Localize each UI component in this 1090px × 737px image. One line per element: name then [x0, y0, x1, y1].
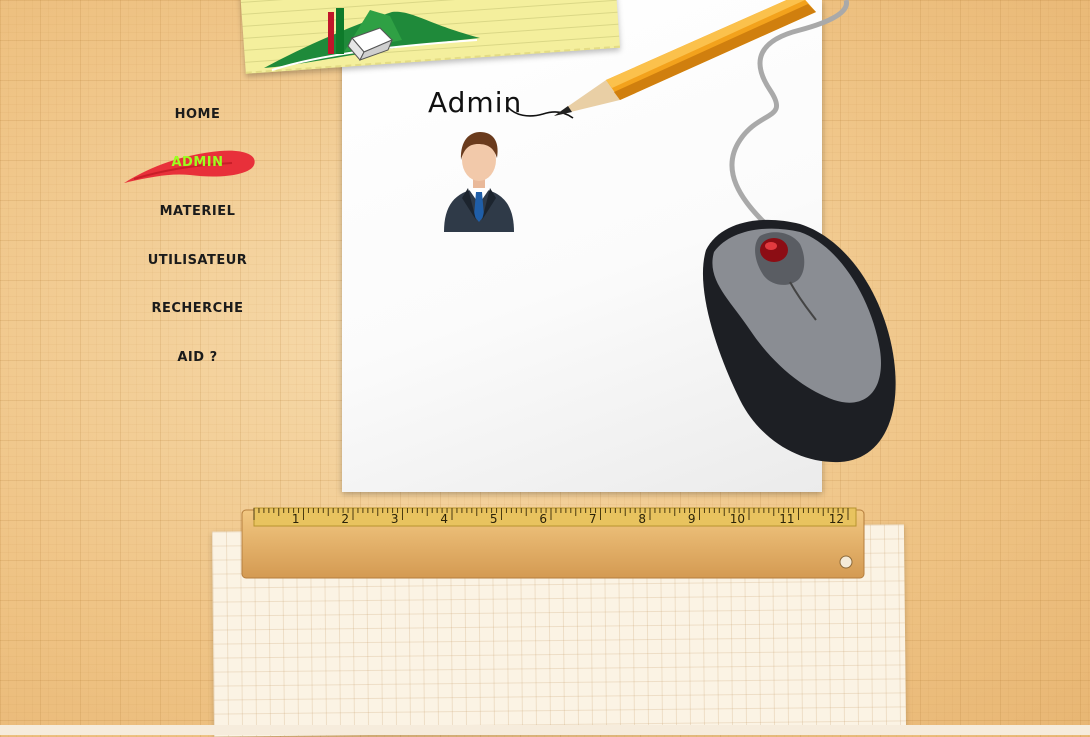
nav-item-aid[interactable]: AID ? [110, 340, 285, 374]
ruler-label: 6 [539, 512, 547, 526]
nav-item-materiel[interactable]: MATERIEL [110, 194, 285, 228]
computer-mouse-icon [702, 0, 896, 463]
nav-item-admin[interactable]: ADMIN [110, 145, 285, 179]
ruler-label: 11 [779, 512, 794, 526]
nav-item-utilisateur[interactable]: UTILISATEUR [110, 243, 285, 277]
ruler-label: 8 [638, 512, 646, 526]
ruler-label: 4 [440, 512, 448, 526]
ruler-label: 3 [391, 512, 399, 526]
ruler-label: 1 [292, 512, 300, 526]
nav-item-home[interactable]: HOME [110, 97, 285, 131]
ruler-label: 7 [589, 512, 597, 526]
logo-icon[interactable] [252, 2, 482, 78]
user-avatar-icon [444, 132, 514, 232]
ruler-label: 9 [688, 512, 696, 526]
nav-item-recherche[interactable]: RECHERCHE [110, 291, 285, 325]
ruler-icon: 1 2 3 4 5 6 7 8 9 10 11 12 [241, 507, 865, 579]
bottom-strip [0, 725, 1090, 735]
ruler-label: 5 [490, 512, 498, 526]
page-background: 1 2 3 4 5 6 7 8 9 10 11 12 HOME ADMIN MATERIEL UTIL… [0, 0, 1090, 737]
ruler-label: 10 [730, 512, 745, 526]
ruler-label: 2 [341, 512, 349, 526]
ruler-label: 12 [829, 512, 844, 526]
